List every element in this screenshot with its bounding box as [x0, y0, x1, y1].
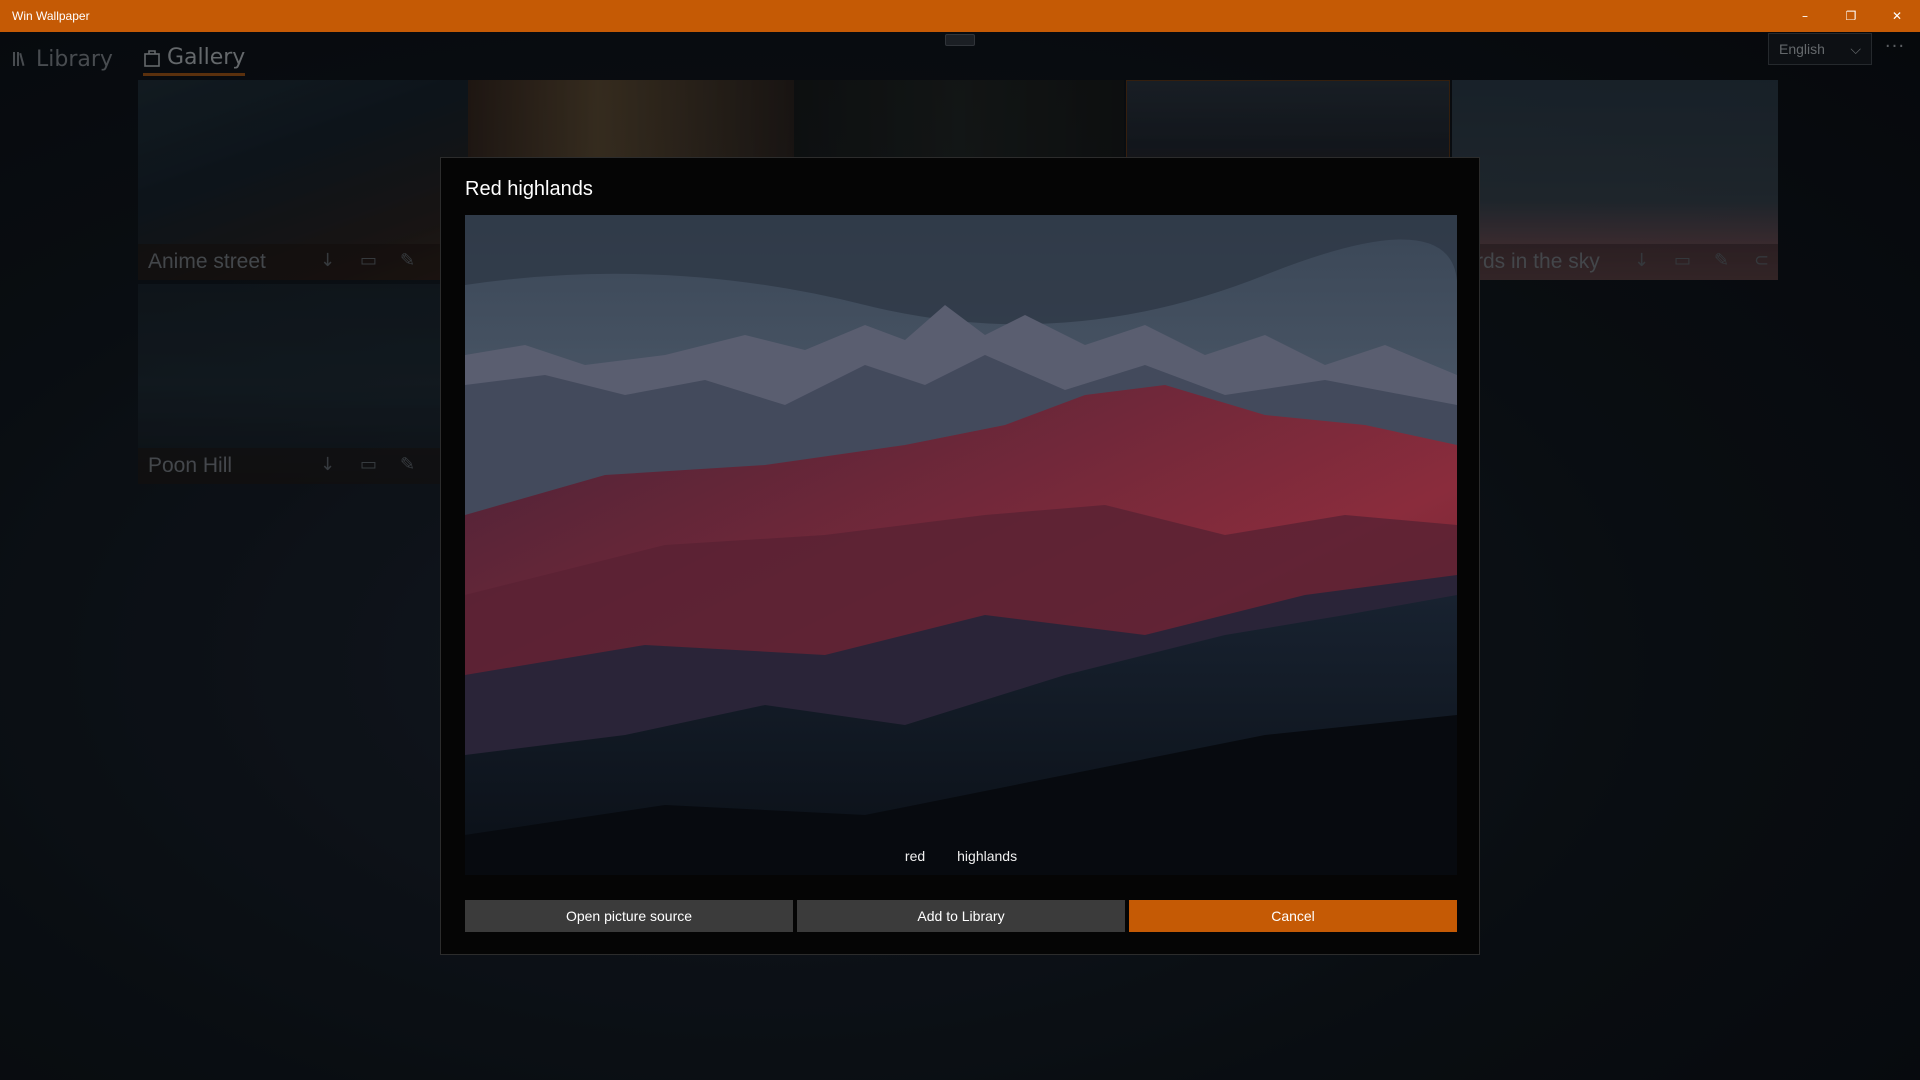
mountain-picture	[465, 215, 1457, 875]
tag[interactable]: red	[905, 848, 925, 864]
app-title: Win Wallpaper	[12, 9, 90, 23]
tag[interactable]: highlands	[957, 848, 1017, 864]
dialog-actions: Open picture source Add to Library Cance…	[465, 900, 1457, 932]
window-controls: – ❐ ✕	[1782, 0, 1920, 32]
cancel-button[interactable]: Cancel	[1129, 900, 1457, 932]
wallpaper-preview	[465, 215, 1457, 875]
close-button[interactable]: ✕	[1874, 0, 1920, 32]
minimize-button[interactable]: –	[1782, 0, 1828, 32]
add-to-library-button[interactable]: Add to Library	[797, 900, 1125, 932]
restore-button[interactable]: ❐	[1828, 0, 1874, 32]
title-bar: Win Wallpaper – ❐ ✕	[0, 0, 1920, 32]
dialog-title: Red highlands	[465, 178, 593, 200]
picture-dialog: Red highlands red highlands Open picture…	[440, 157, 1480, 955]
open-picture-source-button[interactable]: Open picture source	[465, 900, 793, 932]
tag-list: red highlands	[441, 848, 1481, 864]
